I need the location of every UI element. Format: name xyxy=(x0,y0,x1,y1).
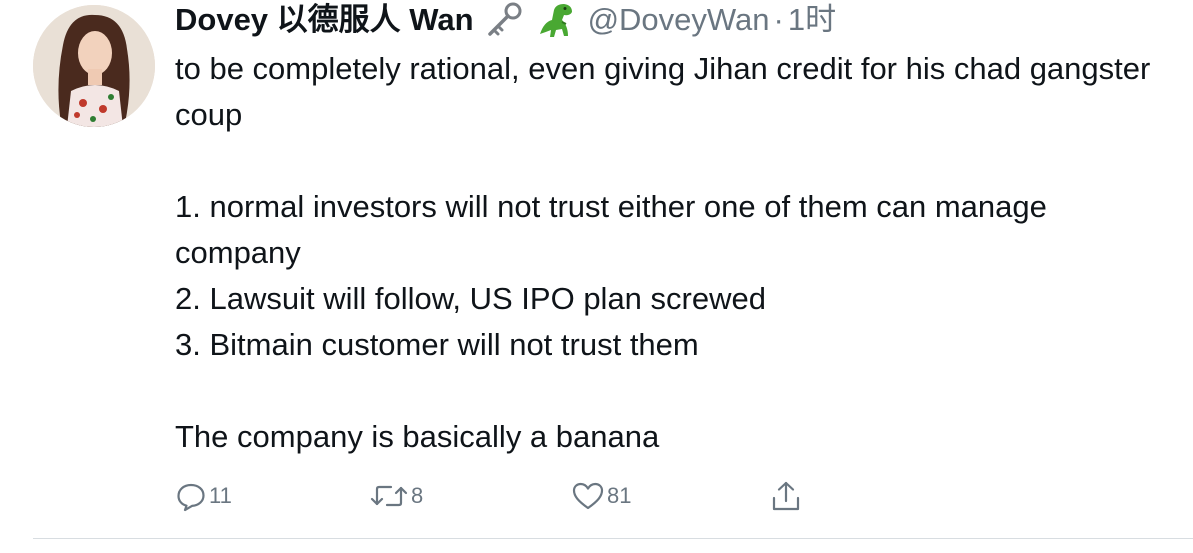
tweet[interactable]: Dovey 以德服人 Wan @DoveyWan · 1时 to be comp… xyxy=(0,0,1193,553)
retweet-icon xyxy=(369,480,409,512)
divider xyxy=(33,538,1193,539)
tweet-actions: 11 8 81 xyxy=(175,476,815,516)
t-rex-emoji-icon xyxy=(534,0,576,40)
share-icon xyxy=(769,479,803,513)
display-name[interactable]: Dovey 以德服人 Wan xyxy=(175,0,474,40)
reply-icon xyxy=(175,480,207,512)
like-button[interactable]: 81 xyxy=(571,476,631,516)
tweet-paragraph: The company is basically a banana xyxy=(175,419,660,454)
key-emoji-icon xyxy=(484,0,524,40)
handle[interactable]: @DoveyWan xyxy=(588,0,770,40)
retweet-count: 8 xyxy=(411,483,424,508)
retweet-button[interactable]: 8 xyxy=(369,476,423,516)
tweet-list-item: 2. Lawsuit will follow, US IPO plan scre… xyxy=(175,281,766,316)
heart-icon xyxy=(571,480,605,512)
avatar[interactable] xyxy=(33,5,155,127)
tweet-list-item: 1. normal investors will not trust eithe… xyxy=(175,189,1047,270)
share-button[interactable] xyxy=(769,476,803,516)
tweet-list-item: 3. Bitmain customer will not trust them xyxy=(175,327,699,362)
separator-dot: · xyxy=(773,2,784,37)
timestamp[interactable]: 1时 xyxy=(788,0,836,40)
like-count: 81 xyxy=(607,483,632,508)
tweet-paragraph: to be completely rational, even giving J… xyxy=(175,51,1151,132)
reply-button[interactable]: 11 xyxy=(175,476,232,516)
reply-count: 11 xyxy=(209,483,232,508)
tweet-header: Dovey 以德服人 Wan @DoveyWan · 1时 xyxy=(175,0,836,40)
tweet-body: to be completely rational, even giving J… xyxy=(175,46,1165,460)
